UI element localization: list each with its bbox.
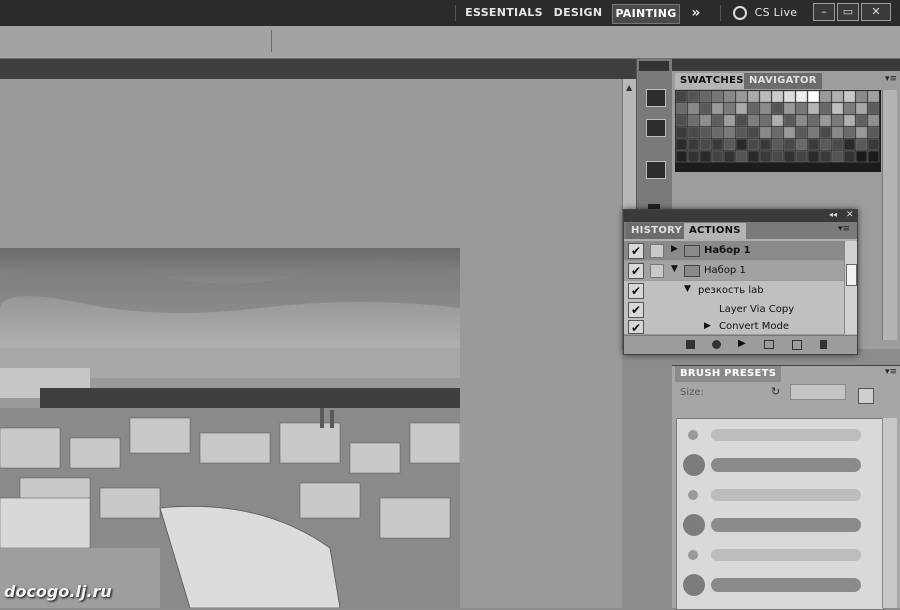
brush-preset-item[interactable]: [679, 571, 863, 600]
size-label: Size:: [680, 387, 704, 398]
action-step-label: Layer Via Copy: [719, 304, 795, 315]
actions-toolbar: ▶: [624, 335, 857, 354]
cs-live-menu[interactable]: CS Live ▾: [752, 4, 800, 37]
expand-triangle-icon[interactable]: ▶: [671, 244, 678, 254]
toggle-checkbox[interactable]: ✔: [628, 283, 644, 299]
trash-icon[interactable]: [820, 340, 827, 349]
swatches-dock-icon[interactable]: [646, 89, 666, 107]
actions-scrollbar[interactable]: [844, 241, 857, 334]
reset-size-icon[interactable]: ↻: [771, 385, 780, 398]
brush-stroke-preview: [711, 578, 861, 592]
brush-tip-icon: [683, 454, 705, 476]
panel-menu-icon[interactable]: ▾≡: [885, 74, 897, 84]
actions-panel: ◂◂ ✕ HISTORY ACTIONS ▾≡ ✔ ▶ Набор 1 ✔ ▼ …: [623, 209, 858, 355]
brush-preset-item[interactable]: [679, 511, 863, 540]
action-step-label: Convert Mode: [719, 321, 789, 332]
panel-header-bar: [672, 59, 900, 71]
separator: [720, 5, 721, 21]
navigator-dock-icon[interactable]: [646, 119, 666, 137]
toggle-checkbox[interactable]: ✔: [628, 243, 644, 259]
action-set-label: Набор 1: [704, 265, 746, 276]
collapse-icon[interactable]: ◂◂: [829, 210, 837, 219]
watermark: docogo.lj.ru: [4, 582, 112, 601]
swatches-scrollbar[interactable]: [882, 90, 897, 340]
action-row[interactable]: ✔ ▼ Набор 1: [624, 261, 844, 281]
scroll-up-icon[interactable]: ▲: [626, 83, 632, 92]
options-bar: [0, 26, 900, 59]
folder-icon: [684, 265, 700, 277]
restore-button[interactable]: ▭: [837, 3, 859, 21]
cs-live-icon[interactable]: [733, 6, 747, 20]
action-row[interactable]: ✔ ▼ резкость lab: [624, 281, 844, 301]
document-image: [0, 248, 460, 608]
tab-swatches[interactable]: SWATCHES: [675, 73, 749, 89]
minimize-button[interactable]: –: [813, 3, 835, 21]
brush-list-scrollbar[interactable]: [882, 418, 897, 608]
close-icon[interactable]: ✕: [846, 210, 854, 220]
size-slider-field[interactable]: [790, 384, 846, 400]
brush-stroke-preview: [711, 489, 861, 501]
workspace-painting-button[interactable]: PAINTING: [612, 4, 680, 24]
play-icon[interactable]: ▶: [738, 338, 746, 349]
tab-actions[interactable]: ACTIONS: [684, 223, 746, 239]
cs-live-label: CS Live: [754, 6, 798, 19]
panel-menu-icon[interactable]: ▾≡: [838, 224, 850, 234]
brush-stroke-preview: [711, 429, 861, 441]
brush-tip-icon: [683, 514, 705, 536]
scroll-thumb[interactable]: [846, 264, 857, 286]
expand-triangle-icon[interactable]: ▼: [671, 264, 678, 274]
brush-tip-icon: [688, 490, 698, 500]
tab-brush-presets[interactable]: BRUSH PRESETS: [675, 366, 782, 382]
folder-icon: [684, 245, 700, 257]
brush-preset-item[interactable]: [679, 421, 863, 450]
toggle-checkbox[interactable]: ✔: [628, 302, 644, 318]
actions-panel-titlebar[interactable]: ◂◂ ✕: [624, 210, 857, 222]
brush-preset-item[interactable]: [679, 481, 863, 510]
brush-preset-list: [676, 418, 884, 610]
expand-triangle-icon[interactable]: ▶: [704, 321, 711, 331]
city-aerial-photo: [0, 248, 460, 608]
history-dock-icon[interactable]: [646, 161, 666, 179]
brush-tip-icon: [683, 574, 705, 596]
brush-preset-item[interactable]: [679, 451, 863, 480]
action-row[interactable]: ✔ ▶ Набор 1: [624, 241, 844, 261]
stop-icon[interactable]: [686, 340, 695, 349]
brush-preset-item[interactable]: [679, 541, 863, 570]
brush-tip-icon: [688, 430, 698, 440]
expand-triangle-icon[interactable]: ▼: [684, 284, 691, 294]
record-icon[interactable]: [712, 340, 721, 349]
brush-tip-icon: [688, 550, 698, 560]
application-bar: ESSENTIALS DESIGN PAINTING » CS Live ▾ –…: [0, 0, 900, 37]
panel-menu-icon[interactable]: ▾≡: [885, 367, 897, 377]
swatch-grid[interactable]: [675, 90, 881, 172]
workspace-essentials-button[interactable]: ESSENTIALS: [463, 4, 545, 22]
action-row[interactable]: ✔ Layer Via Copy: [624, 300, 844, 320]
new-action-icon[interactable]: [792, 340, 802, 350]
toggle-checkbox[interactable]: ✔: [628, 263, 644, 279]
document-tab-strip: [0, 59, 636, 79]
action-row[interactable]: ✔ ▶ Convert Mode: [624, 319, 844, 335]
brush-stroke-preview: [711, 458, 861, 472]
workspace-design-button[interactable]: DESIGN: [551, 4, 605, 22]
dialog-toggle[interactable]: [650, 264, 664, 278]
close-button[interactable]: ✕: [861, 3, 891, 21]
action-set-label: Набор 1: [704, 245, 751, 256]
brush-stroke-preview: [711, 549, 861, 561]
actions-tabs-row: HISTORY ACTIONS ▾≡: [624, 222, 857, 239]
action-label: резкость lab: [698, 285, 764, 296]
dock-collapse-bar[interactable]: [639, 61, 669, 71]
brush-stroke-preview: [711, 518, 861, 532]
separator: [455, 5, 456, 21]
new-set-icon[interactable]: [764, 340, 774, 349]
toggle-checkbox[interactable]: ✔: [628, 320, 644, 335]
workspace-overflow-icon[interactable]: »: [684, 4, 708, 22]
tab-navigator[interactable]: NAVIGATOR: [744, 73, 822, 89]
dialog-toggle[interactable]: [650, 244, 664, 258]
new-preset-icon[interactable]: [858, 388, 874, 404]
separator: [271, 30, 272, 52]
tab-history[interactable]: HISTORY: [626, 223, 688, 239]
